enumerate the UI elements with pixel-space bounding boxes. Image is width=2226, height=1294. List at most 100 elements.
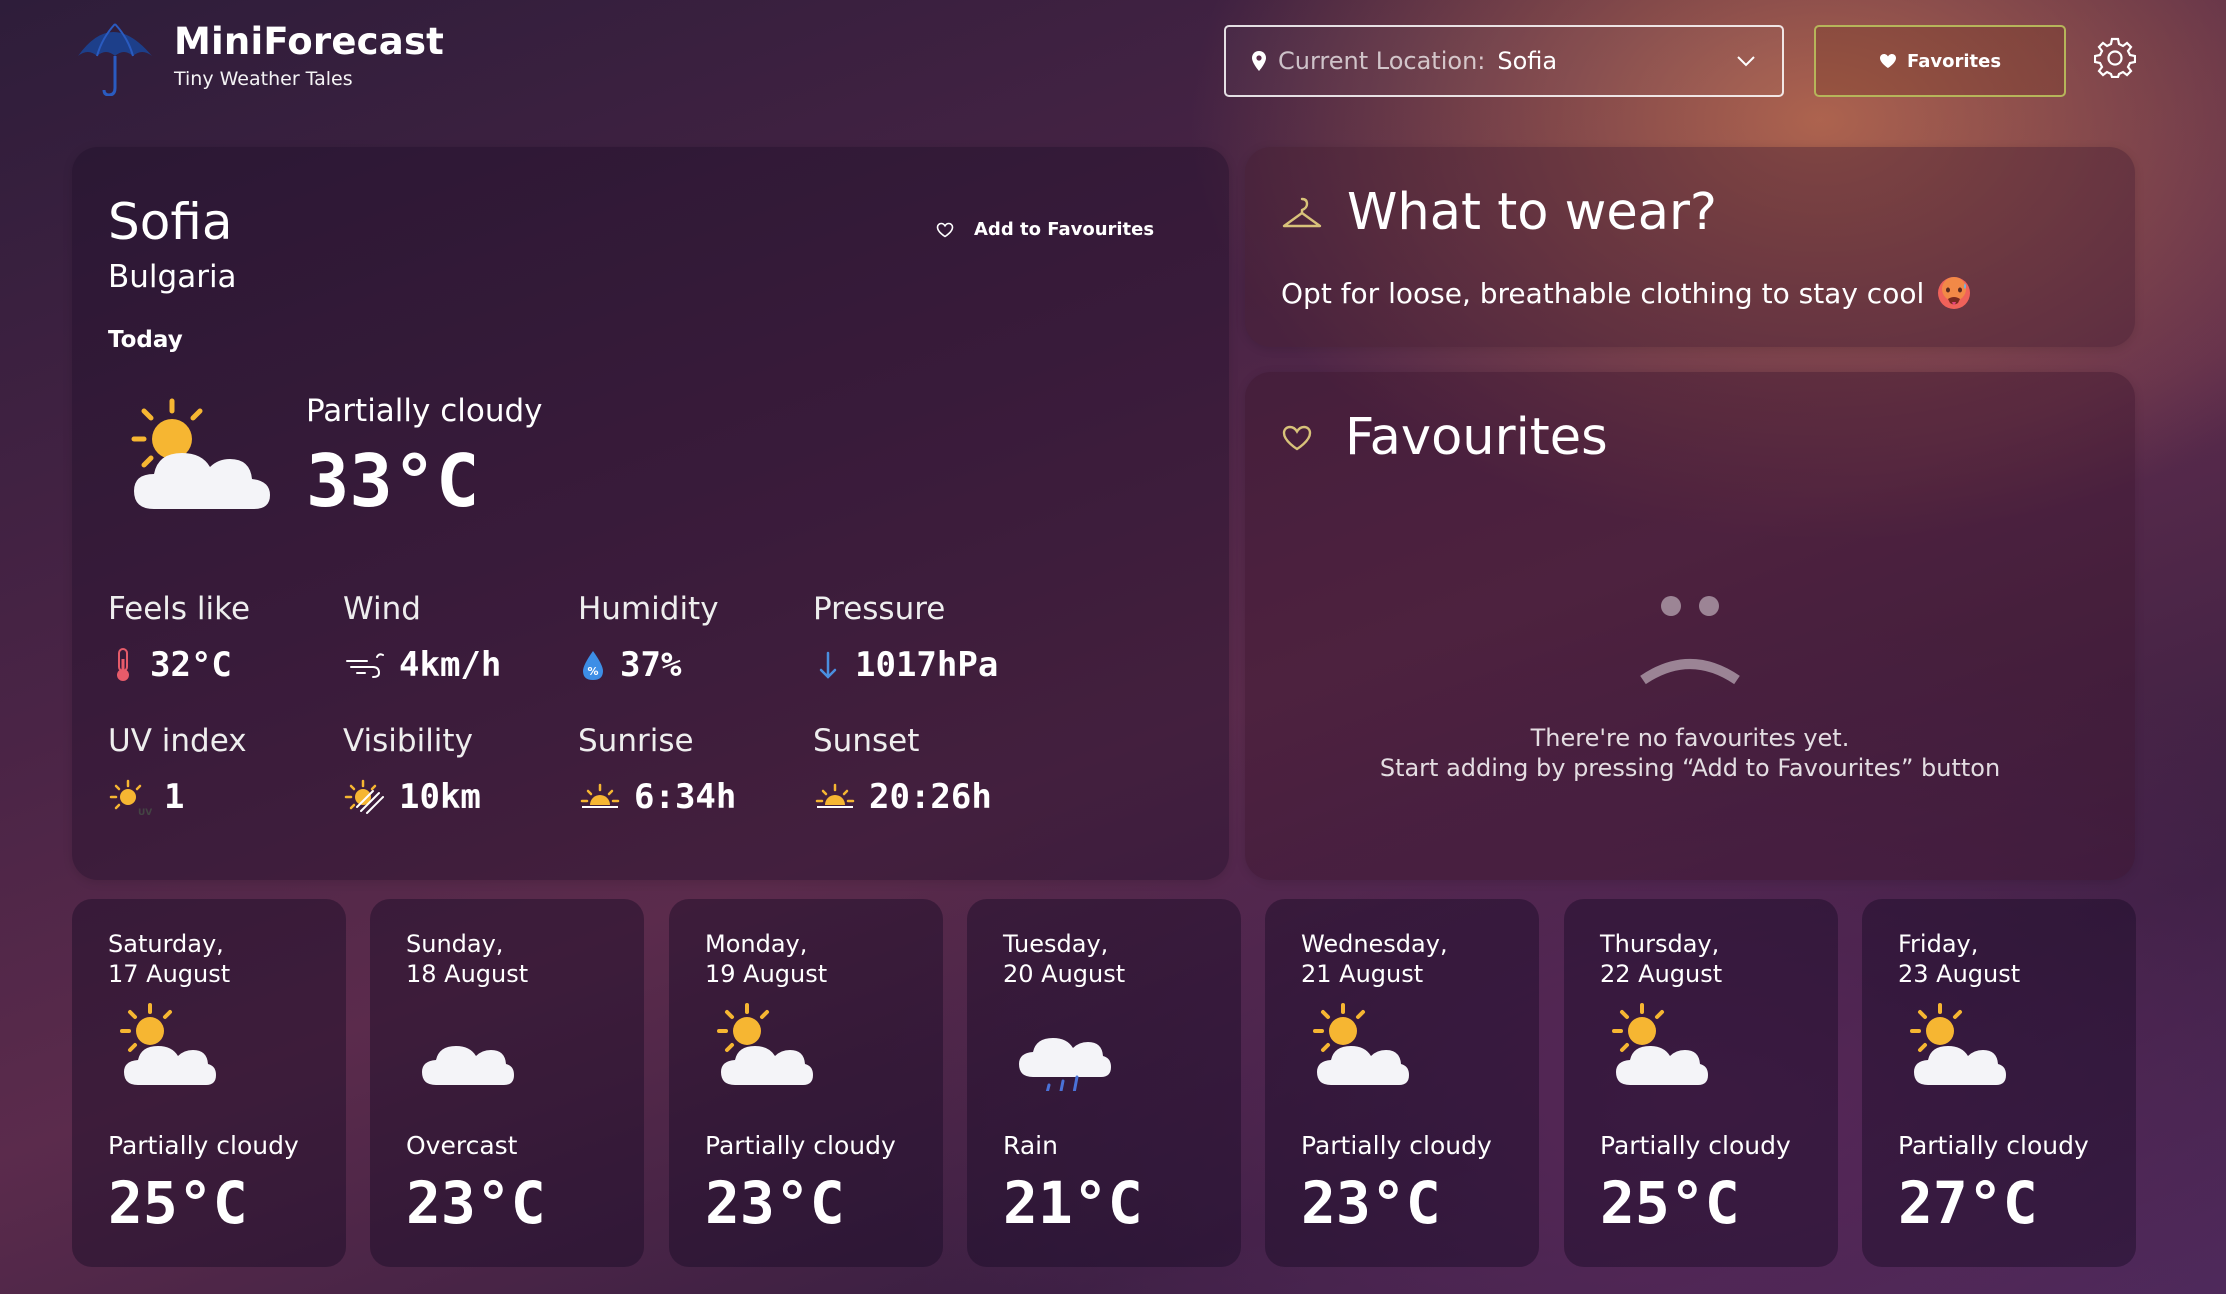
stat-value: 1 [164, 777, 185, 817]
forecast-temperature: 25°C [1600, 1169, 1740, 1237]
forecast-date-text: 18 August [406, 960, 529, 988]
forecast-weekday: Sunday, [406, 930, 504, 958]
stat-wind: Wind 4km/h [343, 591, 573, 685]
forecast-date-text: 23 August [1898, 960, 2021, 988]
location-value: Sofia [1497, 47, 1558, 75]
hanger-icon [1282, 197, 1322, 227]
stat-label: Wind [343, 591, 421, 627]
forecast-condition: Overcast [406, 1131, 518, 1160]
favorites-button[interactable]: Favorites [1814, 25, 2066, 97]
forecast-date: Saturday, 17 August [108, 929, 230, 989]
country-name: Bulgaria [108, 259, 237, 295]
visibility-haze-icon [344, 779, 384, 814]
partly-cloudy-icon [717, 1003, 813, 1085]
stat-feels-like: Feels like 32°C [108, 591, 338, 685]
stat-pressure: Pressure 1017hPa [813, 591, 1043, 685]
favorites-button-label: Favorites [1906, 50, 2002, 72]
forecast-weekday: Saturday, [108, 930, 224, 958]
forecast-day-card[interactable]: Friday, 23 August Partially cloudy 27°C [1862, 899, 2136, 1267]
forecast-condition: Partially cloudy [108, 1131, 299, 1160]
stat-label: Humidity [578, 591, 719, 627]
humidity-drop-icon: % [583, 651, 603, 680]
forecast-condition: Rain [1003, 1131, 1058, 1160]
forecast-temperature: 27°C [1898, 1169, 2038, 1237]
sunset-icon [815, 783, 855, 808]
forecast-weekday: Monday, [705, 930, 808, 958]
favourites-title: Favourites [1345, 408, 1608, 467]
cloud-icon [422, 1046, 514, 1085]
stat-label: Visibility [343, 723, 473, 759]
forecast-date: Friday, 23 August [1898, 929, 2020, 989]
forecast-weekday: Wednesday, [1301, 930, 1448, 958]
stat-value: 1017hPa [855, 645, 999, 685]
stat-label: Sunset [813, 723, 920, 759]
forecast-temperature: 23°C [406, 1169, 546, 1237]
stat-label: Feels like [108, 591, 251, 627]
chevron-down-icon [1737, 56, 1755, 67]
heart-outline-icon [1282, 425, 1312, 450]
partly-cloudy-icon [1612, 1003, 1708, 1085]
what-to-wear-card: What to wear? Opt for loose, breathable … [1245, 147, 2135, 347]
forecast-day-card[interactable]: Tuesday, 20 August Rain 21°C [967, 899, 1241, 1267]
favourites-empty-hint: Start adding by pressing “Add to Favouri… [1379, 754, 2001, 782]
forecast-weekday: Thursday, [1600, 930, 1720, 958]
forecast-weekday: Friday, [1898, 930, 1979, 958]
location-select[interactable]: Current Location: Sofia [1224, 25, 1784, 97]
forecast-date: Tuesday, 20 August [1003, 929, 1125, 989]
forecast-condition: Partially cloudy [1600, 1131, 1791, 1160]
forecast-date: Monday, 19 August [705, 929, 827, 989]
partly-cloudy-icon [1910, 1003, 2006, 1085]
forecast-temperature: 25°C [108, 1169, 248, 1237]
svg-text:UV: UV [138, 808, 152, 817]
favourites-card: Favourites There're no favourites yet. S… [1245, 372, 2135, 880]
forecast-day-card[interactable]: Monday, 19 August Partially cloudy 23°C [669, 899, 943, 1267]
brand[interactable]: MiniForecast Tiny Weather Tales [72, 16, 444, 96]
forecast-weekday: Tuesday, [1003, 930, 1109, 958]
forecast-date-text: 21 August [1301, 960, 1424, 988]
current-condition: Partially cloudy [306, 393, 543, 429]
location-label: Current Location: [1278, 47, 1486, 75]
sunrise-icon [580, 783, 620, 808]
favourites-empty-text: There're no favourites yet. [1530, 724, 1850, 752]
add-to-favourites-button[interactable]: Add to Favourites [936, 219, 1154, 240]
partly-cloudy-icon [131, 398, 270, 509]
wind-icon [346, 653, 384, 678]
location-pin-icon [1252, 51, 1266, 71]
stat-sunrise: Sunrise 6:34h [578, 723, 808, 817]
heart-filled-icon [1879, 54, 1896, 68]
uv-sun-icon: UV [109, 779, 152, 817]
forecast-day-card[interactable]: Thursday, 22 August Partially cloudy 25°C [1564, 899, 1838, 1267]
forecast-temperature: 23°C [705, 1169, 845, 1237]
forecast-date-text: 20 August [1003, 960, 1126, 988]
gear-icon[interactable] [2094, 36, 2136, 78]
umbrella-logo-icon [78, 23, 152, 96]
stat-label: UV index [108, 723, 247, 759]
what-to-wear-text: Opt for loose, breathable clothing to st… [1281, 276, 1925, 310]
stat-value: 37% [620, 645, 682, 685]
app-tagline: Tiny Weather Tales [174, 67, 353, 90]
stat-value: 4km/h [399, 645, 502, 685]
stat-label: Sunrise [578, 723, 694, 759]
forecast-day-card[interactable]: Saturday, 17 August Partially cloudy 25°C [72, 899, 346, 1267]
forecast-day-card[interactable]: Wednesday, 21 August Partially cloudy 23°C [1265, 899, 1539, 1267]
stat-value: 32°C [150, 645, 232, 685]
stat-label: Pressure [813, 591, 946, 627]
today-label: Today [108, 327, 183, 353]
svg-text:%: % [587, 665, 598, 678]
thermometer-icon [117, 648, 129, 681]
forecast-date-text: 17 August [108, 960, 231, 988]
stat-value: 10km [399, 777, 481, 817]
partly-cloudy-icon [1313, 1003, 1409, 1085]
forecast-date: Wednesday, 21 August [1301, 929, 1448, 989]
stat-value: 20:26h [869, 777, 992, 817]
app-name: MiniForecast [174, 19, 445, 63]
current-temperature: 33°C [306, 439, 480, 523]
forecast-condition: Partially cloudy [705, 1131, 896, 1160]
stat-uv-index: UV index UV 1 [108, 723, 338, 817]
stat-value: 6:34h [634, 777, 737, 817]
stat-humidity: Humidity % 37% [578, 591, 808, 685]
forecast-date-text: 22 August [1600, 960, 1723, 988]
sad-face-icon [1640, 596, 1740, 685]
what-to-wear-title: What to wear? [1347, 183, 1717, 242]
forecast-day-card[interactable]: Sunday, 18 August Overcast 23°C [370, 899, 644, 1267]
